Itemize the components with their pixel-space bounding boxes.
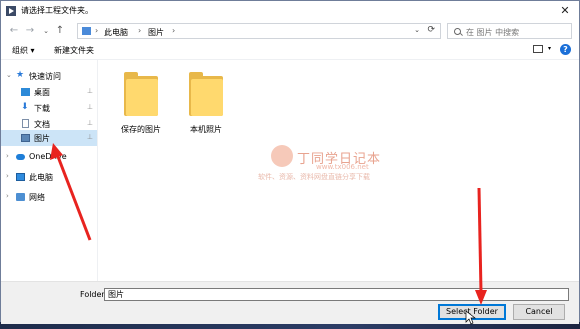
recent-locations-button[interactable]: ⌄ — [39, 24, 53, 38]
breadcrumb-separator[interactable]: › — [95, 26, 98, 35]
folder-picker-dialog: 请选择工程文件夹。 ✕ ← → ⌄ ↑ › 此电脑 › 图片 › ⌄ ⟳ 在 图… — [0, 0, 580, 324]
watermark-url: www.tx006.net — [316, 163, 369, 171]
view-options-chevron-icon[interactable]: ▾ — [548, 45, 551, 52]
sidebar-item-network[interactable]: › 网络 — [1, 189, 97, 205]
folder-item[interactable]: 本机照片 — [176, 68, 236, 138]
star-icon: ★ — [16, 70, 25, 80]
breadcrumb-separator[interactable]: › — [138, 26, 141, 35]
watermark-logo — [271, 145, 293, 167]
file-list: 保存的图片 本机照片 丁同学日记本 www.tx006.net 软件、资源、资料… — [98, 60, 579, 281]
close-button[interactable]: ✕ — [557, 3, 573, 19]
sidebar-item-label: 此电脑 — [29, 173, 53, 182]
sidebar-item-desktop[interactable]: 桌面 ⊥ — [1, 84, 97, 100]
expand-chevron-icon[interactable]: ⌄ — [6, 71, 12, 79]
pictures-location-icon — [82, 27, 91, 35]
sidebar-item-label: 文档 — [34, 120, 50, 129]
back-button[interactable]: ← — [7, 24, 21, 38]
folder-name-field[interactable] — [104, 288, 569, 301]
pin-icon: ⊥ — [86, 133, 93, 141]
sidebar-item-label: 下载 — [34, 104, 50, 113]
breadcrumb-separator[interactable]: › — [172, 26, 175, 35]
expand-chevron-icon[interactable]: › — [6, 192, 9, 200]
forward-button[interactable]: → — [23, 24, 37, 38]
sidebar-item-quick-access[interactable]: ⌄ ★ 快速访问 — [1, 68, 97, 84]
cancel-button[interactable]: Cancel — [513, 304, 565, 320]
pin-icon: ⊥ — [86, 119, 93, 127]
computer-icon — [16, 173, 25, 181]
document-icon — [22, 119, 29, 128]
app-icon — [6, 6, 16, 16]
cloud-icon — [16, 154, 25, 160]
folder-icon — [124, 72, 158, 116]
title-bar: 请选择工程文件夹。 ✕ — [1, 1, 579, 21]
select-folder-button[interactable]: Select Folder — [438, 304, 506, 320]
refresh-icon[interactable]: ⟳ — [427, 25, 435, 35]
up-button[interactable]: ↑ — [53, 24, 67, 38]
folder-name: 保存的图片 — [121, 125, 161, 134]
search-placeholder: 在 图片 中搜索 — [466, 28, 520, 37]
expand-chevron-icon[interactable]: › — [6, 152, 9, 160]
sidebar-item-label: OneDrive — [29, 152, 67, 161]
breadcrumb-this-pc[interactable]: 此电脑 — [104, 27, 128, 38]
sidebar-item-label: 网络 — [29, 193, 45, 202]
address-history-chevron-icon[interactable]: ⌄ — [414, 26, 420, 34]
address-bar[interactable]: › 此电脑 › 图片 › ⌄ ⟳ — [77, 23, 441, 39]
pictures-icon — [21, 134, 30, 142]
new-folder-button[interactable]: 新建文件夹 — [54, 45, 94, 56]
dialog-title: 请选择工程文件夹。 — [21, 6, 93, 15]
command-bar: 组织 ▾ 新建文件夹 ▾ ? — [1, 41, 579, 60]
sidebar-item-downloads[interactable]: ⬇ 下载 ⊥ — [1, 100, 97, 116]
search-box[interactable]: 在 图片 中搜索 — [447, 23, 572, 39]
sidebar-item-onedrive[interactable]: › OneDrive — [1, 149, 97, 165]
pin-icon: ⊥ — [86, 87, 93, 95]
search-icon — [454, 28, 461, 35]
download-icon: ⬇ — [21, 102, 29, 112]
dialog-footer: Folder: Select Folder Cancel — [1, 281, 579, 324]
pin-icon: ⊥ — [86, 103, 93, 111]
help-icon[interactable]: ? — [560, 44, 571, 55]
desktop-icon — [21, 88, 30, 96]
folder-item[interactable]: 保存的图片 — [111, 68, 171, 138]
sidebar-item-label: 图片 — [34, 134, 50, 143]
sidebar-item-label: 桌面 — [34, 88, 50, 97]
watermark-subtitle: 软件、资源、资料网盘直链分享下载 — [258, 173, 370, 181]
navigation-bar: ← → ⌄ ↑ › 此电脑 › 图片 › ⌄ ⟳ 在 图片 中搜索 — [1, 21, 579, 41]
navigation-pane: ⌄ ★ 快速访问 桌面 ⊥ ⬇ 下载 ⊥ 文档 ⊥ 图片 ⊥ › OneDriv… — [1, 60, 98, 281]
sidebar-item-this-pc[interactable]: › 此电脑 — [1, 169, 97, 185]
folder-name: 本机照片 — [190, 125, 222, 134]
organize-menu[interactable]: 组织 ▾ — [12, 45, 35, 56]
sidebar-item-label: 快速访问 — [29, 72, 61, 81]
network-icon — [16, 193, 25, 201]
breadcrumb-pictures[interactable]: 图片 — [148, 27, 164, 38]
sidebar-item-pictures[interactable]: 图片 ⊥ — [1, 130, 97, 146]
expand-chevron-icon[interactable]: › — [6, 172, 9, 180]
folder-icon — [189, 72, 223, 116]
view-options-icon[interactable] — [533, 45, 543, 53]
